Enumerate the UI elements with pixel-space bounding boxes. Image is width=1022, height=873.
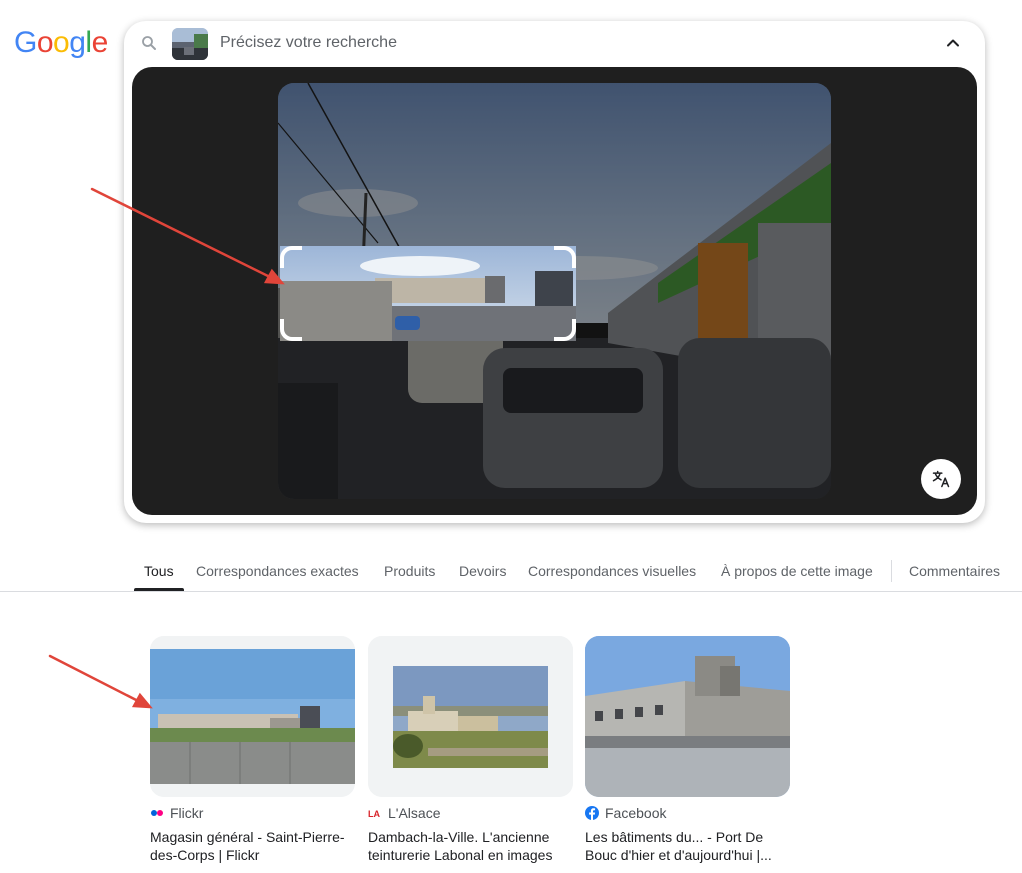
image-viewer — [132, 67, 977, 515]
result-source-label: Flickr — [170, 805, 204, 821]
annotation-arrowhead — [131, 692, 153, 709]
result-title[interactable]: Les bâtiments du... - Port De Bouc d'hie… — [585, 828, 790, 864]
logo-letter: e — [91, 26, 109, 59]
result-card[interactable]: Facebook Les bâtiments du... - Port De B… — [585, 636, 790, 864]
crop-handle-bottom-left[interactable] — [280, 319, 302, 341]
annotation-arrow — [48, 654, 144, 705]
result-source[interactable]: LA L'Alsace — [368, 805, 573, 821]
result-thumbnail[interactable] — [150, 636, 355, 797]
result-tabs: Tous Correspondances exactes Produits De… — [0, 548, 1022, 592]
lalsace-icon: LA — [368, 809, 380, 819]
tab-commentaires[interactable]: Commentaires — [909, 563, 1000, 579]
logo-letter: G — [14, 26, 37, 59]
result-card[interactable]: LA L'Alsace Dambach-la-Ville. L'ancienne… — [368, 636, 573, 864]
result-thumbnail[interactable] — [585, 636, 790, 797]
translate-button[interactable] — [921, 459, 961, 499]
result-title[interactable]: Magasin général - Saint-Pierre-des-Corps… — [150, 828, 355, 864]
selection-region[interactable] — [280, 246, 576, 341]
chevron-up-icon[interactable] — [943, 33, 963, 53]
result-title[interactable]: Dambach-la-Ville. L'ancienne teinturerie… — [368, 828, 573, 864]
tab-produits[interactable]: Produits — [384, 563, 435, 579]
lens-search-card: Précisez votre recherche — [124, 21, 985, 523]
query-image-thumbnail[interactable] — [172, 28, 208, 60]
result-source[interactable]: Facebook — [585, 805, 790, 821]
crop-handle-top-left[interactable] — [280, 246, 302, 268]
logo-letter: o — [36, 26, 54, 59]
active-tab-indicator — [134, 588, 184, 591]
result-thumbnail[interactable] — [368, 636, 573, 797]
result-card[interactable]: Flickr Magasin général - Saint-Pierre-de… — [150, 636, 355, 864]
tab-correspondances-visuelles[interactable]: Correspondances visuelles — [528, 563, 696, 579]
search-input[interactable]: Précisez votre recherche — [220, 34, 397, 52]
result-source-label: Facebook — [605, 805, 667, 821]
facebook-icon — [585, 806, 599, 820]
tab-devoirs[interactable]: Devoirs — [459, 563, 506, 579]
logo-letter: g — [69, 26, 86, 59]
tab-tous[interactable]: Tous — [144, 563, 174, 579]
result-source-label: L'Alsace — [388, 805, 441, 821]
result-source[interactable]: Flickr — [150, 805, 355, 821]
crop-handle-top-right[interactable] — [554, 246, 576, 268]
tab-correspondances-exactes[interactable]: Correspondances exactes — [196, 563, 359, 579]
google-logo[interactable]: Google — [14, 26, 108, 60]
query-image[interactable] — [278, 83, 831, 499]
search-bar[interactable]: Précisez votre recherche — [124, 21, 985, 67]
translate-icon — [932, 470, 950, 488]
svg-text:LA: LA — [368, 809, 380, 819]
tab-divider — [891, 560, 892, 582]
tab-a-propos[interactable]: À propos de cette image — [721, 563, 873, 579]
logo-letter: o — [53, 26, 70, 59]
search-icon[interactable] — [140, 34, 158, 52]
flickr-icon — [151, 810, 163, 816]
